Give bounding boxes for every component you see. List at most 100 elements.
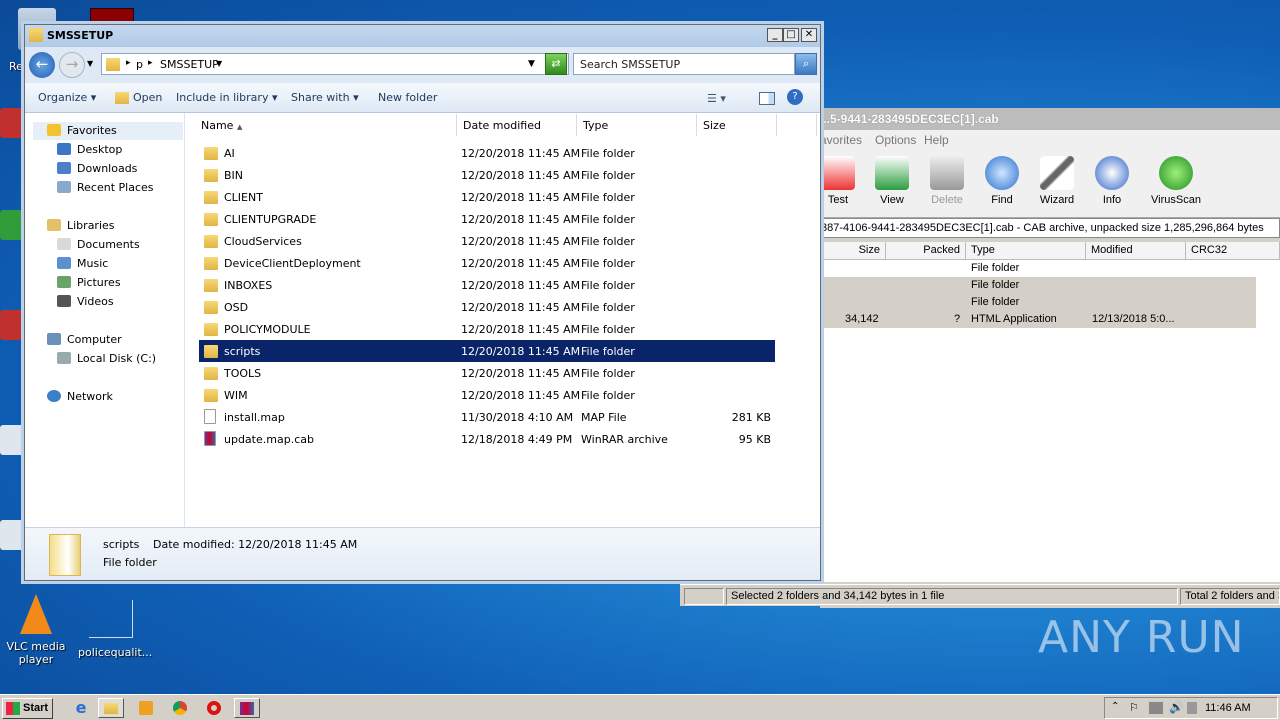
media-player-icon[interactable] (134, 698, 160, 718)
file-row[interactable]: BIN 12/20/2018 11:45 AM File folder (199, 164, 775, 186)
breadcrumb-smssetup[interactable]: SMSSETUP (160, 58, 219, 71)
file-row[interactable]: install.map 11/30/2018 4:10 AM MAP File 281… (199, 406, 775, 428)
winrar-title: ...5-9441-283495DEC3EC[1].cab (820, 108, 1280, 130)
table-row[interactable]: 34,142 ? HTML Application 12/13/2018 5:0… (820, 311, 1256, 328)
file-row[interactable]: CLIENT 12/20/2018 11:45 AM File folder (199, 186, 775, 208)
wizard-button[interactable]: Wizard (1031, 156, 1083, 206)
open-button[interactable]: Open (133, 91, 162, 104)
status-selection: Selected 2 folders and 34,142 bytes in 1… (726, 588, 1178, 605)
breadcrumb-p[interactable]: p (136, 58, 143, 71)
menu-favorites[interactable]: avorites (820, 133, 862, 147)
desktop-shortcut-icon[interactable] (0, 108, 26, 138)
preview-pane-icon[interactable] (759, 92, 775, 105)
back-button[interactable]: ← (29, 52, 55, 78)
file-row[interactable]: DeviceClientDeployment 12/20/2018 11:45 A… (199, 252, 775, 274)
col-type[interactable]: Type (577, 114, 697, 136)
col-size[interactable]: Size (697, 114, 777, 136)
file-row[interactable]: CLIENTUPGRADE 12/20/2018 11:45 AM File fol… (199, 208, 775, 230)
col-name[interactable]: Name ▲ (195, 114, 457, 136)
explorer-taskbar-icon[interactable] (98, 698, 124, 718)
menu-help[interactable]: Help (924, 133, 949, 147)
col-crc32[interactable]: CRC32 (1186, 242, 1280, 260)
file-date: 12/20/2018 11:45 AM (461, 389, 581, 402)
menu-options[interactable]: Options (875, 133, 916, 147)
winrar-taskbar-icon[interactable] (234, 698, 260, 718)
col-type[interactable]: Type (966, 242, 1086, 260)
close-button[interactable]: ✕ (801, 28, 817, 42)
nav-documents[interactable]: Documents (57, 236, 140, 254)
file-row[interactable]: CloudServices 12/20/2018 11:45 AM File fol… (199, 230, 775, 252)
nav-network[interactable]: Network (47, 388, 113, 406)
magnifier-icon (985, 156, 1019, 190)
file-row[interactable]: POLICYMODULE 12/20/2018 11:45 AM File fold… (199, 318, 775, 340)
include-in-library-button[interactable]: Include in library ▾ (176, 91, 277, 104)
winrar-file-list[interactable]: Size Packed Type Modified CRC32 File fol… (820, 242, 1280, 582)
forward-button[interactable]: → (59, 52, 85, 78)
search-icon[interactable]: ⌕ (795, 53, 817, 75)
file-row[interactable]: OSD 12/20/2018 11:45 AM File folder (199, 296, 775, 318)
tray-expand-icon[interactable]: ⌃ (1111, 701, 1119, 712)
organize-button[interactable]: Organize ▾ (38, 91, 96, 104)
chevron-down-icon[interactable]: ▼ (87, 59, 93, 68)
new-folder-button[interactable]: New folder (378, 91, 437, 104)
network-tray-icon[interactable] (1149, 702, 1163, 714)
nav-recent-places[interactable]: Recent Places (57, 179, 154, 197)
col-packed[interactable]: Packed (886, 242, 966, 260)
delete-button[interactable]: Delete (921, 156, 973, 206)
desktop-shortcut-icon[interactable] (0, 210, 26, 240)
col-size[interactable]: Size (820, 242, 886, 260)
file-list[interactable]: Name ▲ Date modified Type Size AI 12/20/2… (187, 113, 820, 527)
chevron-down-icon[interactable]: ▼ (528, 59, 535, 69)
file-row[interactable]: update.map.cab 12/18/2018 4:49 PM WinRAR a… (199, 428, 775, 450)
nav-computer[interactable]: Computer (47, 331, 122, 349)
table-row[interactable]: File folder (820, 260, 1256, 277)
col-modified[interactable]: Modified (1086, 242, 1186, 260)
tray-icon[interactable] (1187, 702, 1197, 714)
file-type: MAP File (581, 411, 627, 424)
start-button[interactable]: Start (2, 698, 53, 719)
clock[interactable]: 11:46 AM (1205, 702, 1251, 714)
nav-downloads[interactable]: Downloads (57, 160, 137, 178)
desktop-icon (57, 143, 71, 155)
volume-icon[interactable]: 🔊 (1169, 700, 1184, 714)
desktop-shortcut-icon[interactable] (0, 425, 26, 455)
chrome-icon[interactable] (168, 698, 194, 718)
file-row[interactable]: AI 12/20/2018 11:45 AM File folder (199, 142, 775, 164)
minimize-button[interactable]: _ (767, 28, 783, 42)
virusscan-button[interactable]: VirusScan (1150, 156, 1202, 206)
winrar-path-bar[interactable]: 387-4106-9441-283495DEC3EC[1].cab - CAB … (820, 218, 1280, 238)
address-bar[interactable]: ▸ p ▸ SMSSETUP ▼ ▼ (101, 53, 569, 75)
table-row[interactable]: File folder (820, 294, 1256, 311)
view-button[interactable]: View (866, 156, 918, 206)
desktop-icon-vlc[interactable]: VLC media player (6, 594, 66, 666)
find-button[interactable]: Find (976, 156, 1028, 206)
nav-videos[interactable]: Videos (57, 293, 114, 311)
share-with-button[interactable]: Share with ▾ (291, 91, 359, 104)
table-row[interactable]: File folder (820, 277, 1256, 294)
nav-favorites[interactable]: Favorites (47, 122, 117, 140)
status-total: Total 2 folders and 3 (1180, 588, 1280, 605)
desktop-shortcut-icon[interactable] (0, 520, 26, 550)
opera-icon[interactable] (202, 698, 228, 718)
desktop-shortcut-icon[interactable] (0, 310, 26, 340)
file-row[interactable]: scripts 12/20/2018 11:45 AM File folder (199, 340, 775, 362)
help-icon[interactable]: ? (787, 89, 803, 105)
search-input[interactable]: Search SMSSETUP (573, 53, 795, 75)
file-row[interactable]: TOOLS 12/20/2018 11:45 AM File folder (199, 362, 775, 384)
nav-desktop[interactable]: Desktop (57, 141, 122, 159)
file-row[interactable]: INBOXES 12/20/2018 11:45 AM File folder (199, 274, 775, 296)
refresh-button[interactable]: ⇄ (545, 53, 567, 75)
nav-pictures[interactable]: Pictures (57, 274, 121, 292)
flag-icon[interactable]: ⚐ (1129, 701, 1139, 714)
view-options-icon[interactable]: ☰ ▾ (707, 92, 726, 105)
maximize-button[interactable]: □ (783, 28, 799, 42)
col-date-modified[interactable]: Date modified (457, 114, 577, 136)
ie-icon[interactable]: e (68, 698, 94, 718)
nav-music[interactable]: Music (57, 255, 108, 273)
info-button[interactable]: Info (1086, 156, 1138, 206)
file-row[interactable]: WIM 12/20/2018 11:45 AM File folder (199, 384, 775, 406)
folder-icon (204, 279, 218, 292)
desktop-icon-file[interactable]: policequalit... (78, 600, 152, 659)
nav-libraries[interactable]: Libraries (47, 217, 115, 235)
nav-local-disk[interactable]: Local Disk (C:) (57, 350, 156, 368)
